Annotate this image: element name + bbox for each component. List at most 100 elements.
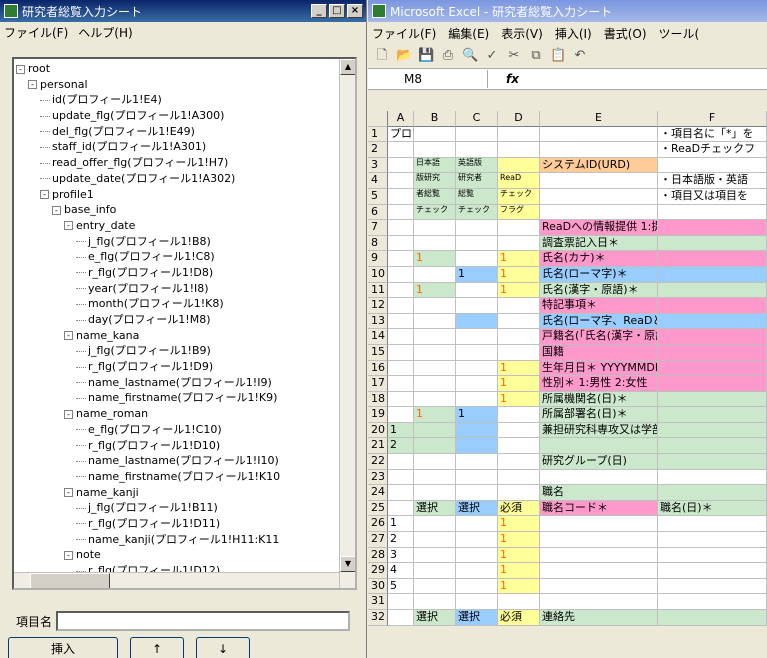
tree-node[interactable]: r_flg(プロフィール1!D10): [16, 438, 341, 454]
cell[interactable]: [540, 188, 658, 205]
tree-node[interactable]: name_firstname(プロフィール1!K9): [16, 390, 341, 406]
tree-node[interactable]: - profile1: [16, 187, 341, 203]
cell[interactable]: [540, 142, 658, 158]
collapse-icon[interactable]: -: [64, 221, 73, 231]
cell[interactable]: [456, 360, 498, 377]
move-down-button[interactable]: ↓: [196, 637, 250, 658]
tree-node[interactable]: year(プロフィール1!I8): [16, 281, 341, 297]
new-file-icon[interactable]: 🗋: [374, 48, 390, 64]
tree-node[interactable]: e_flg(プロフィール1!C10): [16, 422, 341, 438]
cell[interactable]: 1: [498, 563, 540, 579]
cell[interactable]: ・ReaDチェックフ: [658, 142, 767, 158]
tree-node[interactable]: j_flg(プロフィール1!B11): [16, 500, 341, 516]
excel-menu-tools[interactable]: ツール(: [659, 25, 700, 42]
cell[interactable]: [456, 547, 498, 564]
column-header[interactable]: F: [658, 111, 767, 127]
cell[interactable]: [658, 329, 767, 345]
cell[interactable]: [498, 313, 540, 330]
cell[interactable]: 日本語: [414, 157, 456, 174]
maximize-button[interactable]: □: [329, 4, 345, 18]
cell[interactable]: [540, 547, 658, 564]
collapse-icon[interactable]: -: [64, 409, 73, 419]
cell[interactable]: [498, 469, 540, 486]
cell[interactable]: [388, 235, 414, 252]
tree-node[interactable]: staff_id(プロフィール1!A301): [16, 139, 341, 155]
cell[interactable]: [388, 594, 414, 610]
cell[interactable]: ReaDへの情報提供 1:提供する 2:提供しない: [540, 220, 658, 236]
cell[interactable]: [456, 126, 498, 143]
row-header[interactable]: 21: [368, 438, 388, 455]
cell[interactable]: [658, 516, 767, 533]
cell[interactable]: 選択: [414, 610, 456, 626]
row-header[interactable]: 15: [368, 344, 388, 361]
cell[interactable]: 選択: [456, 500, 498, 517]
tree-node[interactable]: day(プロフィール1!M8): [16, 312, 341, 328]
cell[interactable]: 者総覧: [414, 188, 456, 205]
cell[interactable]: [388, 220, 414, 236]
cell[interactable]: 1: [498, 266, 540, 283]
cell[interactable]: 1: [498, 376, 540, 392]
tree-node[interactable]: j_flg(プロフィール1!B9): [16, 343, 341, 359]
cell[interactable]: [456, 485, 498, 501]
cell[interactable]: [388, 251, 414, 267]
cell[interactable]: 選択: [456, 610, 498, 626]
tree-node[interactable]: j_flg(プロフィール1!B8): [16, 234, 341, 250]
cell[interactable]: プロフィール1: [388, 126, 463, 143]
cell[interactable]: [414, 376, 456, 392]
cell[interactable]: [388, 157, 414, 174]
close-button[interactable]: ×: [347, 4, 363, 18]
row-header[interactable]: 23: [368, 469, 388, 486]
cell[interactable]: [414, 516, 456, 533]
tree-node[interactable]: - name_kanji: [16, 485, 341, 501]
excel-menu-edit[interactable]: 編集(E): [448, 25, 489, 42]
collapse-icon[interactable]: -: [16, 64, 25, 74]
copy-icon[interactable]: ⧉: [528, 48, 544, 64]
row-header[interactable]: 5: [368, 188, 388, 205]
cell[interactable]: 氏名(ローマ字、ReaDと異なる場合): [540, 313, 658, 330]
cell[interactable]: 2: [388, 438, 414, 455]
row-header[interactable]: 24: [368, 485, 388, 501]
cell[interactable]: [498, 454, 540, 470]
row-header[interactable]: 6: [368, 204, 388, 221]
menu-file[interactable]: ファイル(F): [4, 24, 68, 41]
collapse-icon[interactable]: -: [64, 488, 73, 498]
cell[interactable]: 職名: [540, 485, 658, 501]
row-header[interactable]: 12: [368, 298, 388, 314]
tree-node[interactable]: update_date(プロフィール1!A302): [16, 171, 341, 187]
cell[interactable]: [388, 266, 414, 283]
cell[interactable]: [456, 594, 498, 610]
row-header[interactable]: 28: [368, 547, 388, 564]
cell[interactable]: 生年月日＊ YYYYMMDD: [540, 360, 658, 377]
save-icon[interactable]: 💾: [418, 48, 434, 64]
cell[interactable]: [540, 563, 658, 579]
cell[interactable]: 4: [388, 563, 414, 579]
cell[interactable]: [540, 438, 658, 455]
cell[interactable]: [414, 438, 456, 455]
row-header[interactable]: 8: [368, 235, 388, 252]
tree-node[interactable]: - name_roman: [16, 406, 341, 422]
cell[interactable]: [498, 157, 540, 174]
cell[interactable]: [498, 422, 540, 439]
tree-node[interactable]: - personal: [16, 77, 341, 93]
collapse-icon[interactable]: -: [40, 190, 49, 199]
spreadsheet-grid[interactable]: ABCDEF1プロフィール1・項目名に「*」を2・ReaDチェックフ3日本語英語…: [368, 111, 767, 626]
collapse-icon[interactable]: -: [64, 331, 73, 341]
cell[interactable]: 氏名(ローマ字)＊: [540, 266, 658, 283]
row-header[interactable]: 7: [368, 220, 388, 236]
row-header[interactable]: 27: [368, 532, 388, 548]
cell[interactable]: [456, 438, 498, 455]
cell[interactable]: 2: [388, 532, 414, 548]
cell[interactable]: 1: [456, 266, 498, 283]
cell[interactable]: ・項目名に「*」を: [658, 126, 767, 143]
cell[interactable]: [388, 500, 414, 517]
cell[interactable]: フラグ: [498, 204, 540, 221]
cell[interactable]: チェック: [498, 188, 540, 205]
cell[interactable]: [658, 376, 767, 392]
cell[interactable]: 氏名(漢字・原語)＊: [540, 282, 658, 299]
cell[interactable]: [498, 220, 540, 236]
row-header[interactable]: 22: [368, 454, 388, 470]
cell[interactable]: [456, 142, 498, 158]
cell[interactable]: [414, 313, 456, 330]
column-header[interactable]: C: [456, 111, 498, 127]
cell[interactable]: [414, 563, 456, 579]
